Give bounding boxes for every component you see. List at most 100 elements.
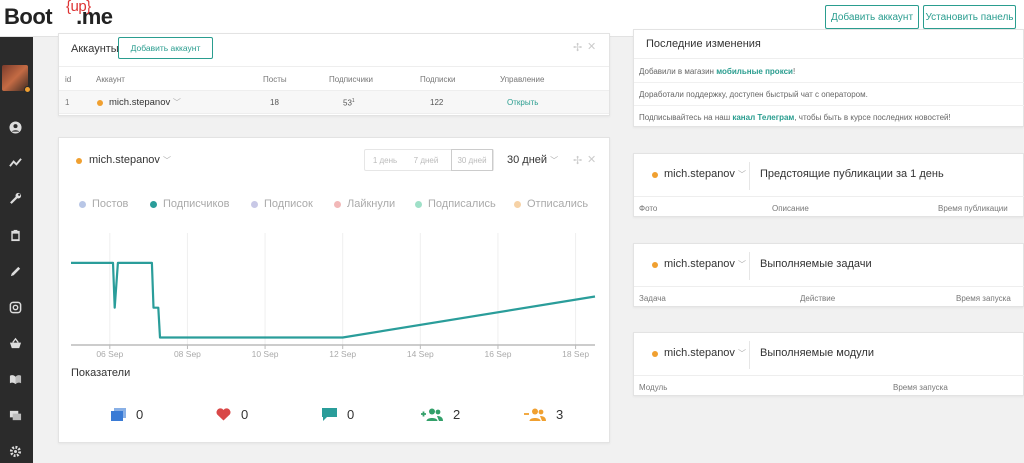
- legend-subscribed[interactable]: Подписались: [415, 198, 496, 210]
- row-account[interactable]: mich.stepanov ﹀: [109, 97, 181, 108]
- add-account-button[interactable]: Добавить аккаунт: [825, 5, 919, 29]
- indicator-unsubscribed: 3: [524, 407, 563, 422]
- change-text: Добавили в магазин: [639, 67, 717, 76]
- legend-liked-label: Лайкнули: [347, 198, 396, 210]
- user-add-icon: [421, 408, 443, 421]
- indicator-comments-value: 0: [347, 407, 355, 422]
- status-dot: [652, 262, 658, 268]
- indicators-title: Показатели: [71, 367, 131, 379]
- open-link[interactable]: Открыть: [507, 98, 538, 107]
- x-tick-label: 16 Sep: [484, 349, 511, 359]
- row-posts: 18: [270, 98, 279, 107]
- change-item: Добавили в магазин мобильные прокси!: [639, 67, 795, 76]
- user-icon[interactable]: [8, 120, 22, 134]
- upcoming-account-select[interactable]: mich.stepanov ﹀: [664, 168, 746, 180]
- indicator-likes: 0: [216, 407, 248, 422]
- indicator-posts: 0: [111, 407, 143, 422]
- legend-following-label: Подписок: [264, 198, 313, 210]
- stats-account-select[interactable]: mich.stepanov ﹀: [89, 154, 171, 166]
- accounts-add-button[interactable]: Добавить аккаунт: [118, 37, 213, 59]
- status-dot: [652, 172, 658, 178]
- period-7days[interactable]: 7 дней: [405, 149, 447, 171]
- chevron-down-icon: ﹀: [738, 349, 746, 358]
- install-panel-button[interactable]: Установить панель: [923, 5, 1016, 29]
- divider: [634, 82, 1024, 83]
- basket-icon[interactable]: [8, 336, 22, 350]
- stats-account-name: mich.stepanov: [89, 154, 160, 166]
- legend-unsubscribed-label: Отписались: [527, 198, 589, 210]
- row-account-name: mich.stepanov: [109, 97, 171, 108]
- move-icon[interactable]: ✢: [573, 41, 582, 54]
- close-icon[interactable]: ✕: [587, 40, 596, 53]
- logo-up: {up}: [66, 0, 91, 15]
- col-start-time: Время запуска: [893, 383, 948, 392]
- move-icon[interactable]: ✢: [573, 154, 582, 167]
- upcoming-card: mich.stepanov ﹀ Предстоящие публикации з…: [633, 153, 1024, 217]
- col-following: Подписки: [420, 75, 456, 84]
- legend-liked[interactable]: Лайкнули: [334, 198, 395, 210]
- modules-account-select[interactable]: mich.stepanov ﹀: [664, 347, 746, 359]
- row-followers-value: 53: [343, 98, 352, 108]
- changes-card: Последние изменения Добавили в магазин м…: [633, 29, 1024, 127]
- legend-posts[interactable]: Постов: [79, 198, 128, 210]
- legend-unsubscribed-dot: [514, 200, 521, 208]
- indicator-subscribed-value: 2: [453, 407, 461, 422]
- instagram-icon[interactable]: [8, 300, 22, 314]
- divider: [634, 58, 1024, 59]
- row-following: 122: [430, 98, 444, 107]
- change-tail: , чтобы быть в курсе последних новостей!: [794, 113, 951, 122]
- chevron-down-icon: ﹀: [738, 260, 746, 269]
- col-action: Действие: [800, 294, 836, 303]
- x-tick-label: 12 Sep: [329, 349, 356, 359]
- wrench-icon[interactable]: [8, 191, 22, 205]
- change-item: Подписывайтесь на наш канал Телеграм, чт…: [639, 113, 951, 122]
- row-followers: 531: [343, 98, 355, 108]
- chevron-down-icon: ﹀: [550, 156, 559, 165]
- chevron-down-icon: ﹀: [172, 98, 181, 107]
- legend-posts-dot: [79, 200, 86, 208]
- indicator-likes-value: 0: [241, 407, 249, 422]
- legend-liked-dot: [334, 200, 341, 208]
- modules-card: mich.stepanov ﹀ Выполняемые модули Модул…: [633, 332, 1024, 396]
- tasks-account-name: mich.stepanov: [664, 258, 735, 270]
- change-text: Подписывайтесь на наш: [639, 113, 733, 122]
- status-dot: [97, 100, 103, 106]
- table-row: 1 mich.stepanov ﹀ 18 531 122 Открыть: [59, 90, 609, 114]
- close-icon[interactable]: ✕: [587, 153, 596, 166]
- change-tail: !: [792, 67, 796, 76]
- period-select[interactable]: 30 дней ﹀: [507, 154, 558, 166]
- period-1day[interactable]: 1 день: [365, 149, 405, 171]
- sidebar: [0, 37, 33, 463]
- legend-subscribed-dot: [415, 200, 422, 208]
- col-publish-time: Время публикации: [938, 204, 1008, 213]
- col-id: id: [65, 75, 72, 84]
- logo[interactable]: Boot {up} .me: [4, 0, 113, 30]
- stats-icon[interactable]: [8, 155, 22, 169]
- period-30days[interactable]: 30 дней: [451, 149, 493, 171]
- legend-followers-label: Подписчиков: [163, 198, 230, 210]
- change-link[interactable]: канал Телеграм: [732, 113, 794, 122]
- tasks-account-select[interactable]: mich.stepanov ﹀: [664, 258, 746, 270]
- chat-icon[interactable]: [8, 408, 22, 422]
- col-task: Задача: [639, 294, 666, 303]
- x-tick-label: 08 Sep: [174, 349, 201, 359]
- legend-followers-dot: [150, 200, 157, 208]
- legend-followers[interactable]: Подписчиков: [150, 198, 229, 210]
- clipboard-icon[interactable]: [8, 228, 22, 242]
- chevron-down-icon: ﹀: [163, 156, 171, 165]
- indicator-unsubscribed-value: 3: [556, 407, 564, 422]
- book-icon[interactable]: [8, 372, 22, 386]
- pencil-icon[interactable]: [8, 264, 22, 278]
- heart-icon: [216, 408, 231, 421]
- change-link[interactable]: мобильные прокси: [716, 67, 793, 76]
- legend-unsubscribed[interactable]: Отписались: [514, 198, 588, 210]
- changes-title: Последние изменения: [646, 38, 761, 50]
- upcoming-account-name: mich.stepanov: [664, 168, 735, 180]
- avatar[interactable]: [2, 65, 31, 93]
- divider: [749, 162, 750, 190]
- series-line-followers: [71, 261, 596, 339]
- gear-icon[interactable]: [8, 444, 22, 458]
- followers-chart: 06 Sep 08 Sep 10 Sep 12 Sep 14 Sep 16 Sep 18 S…: [71, 233, 596, 359]
- divider: [634, 105, 1024, 106]
- legend-following[interactable]: Подписок: [251, 198, 313, 210]
